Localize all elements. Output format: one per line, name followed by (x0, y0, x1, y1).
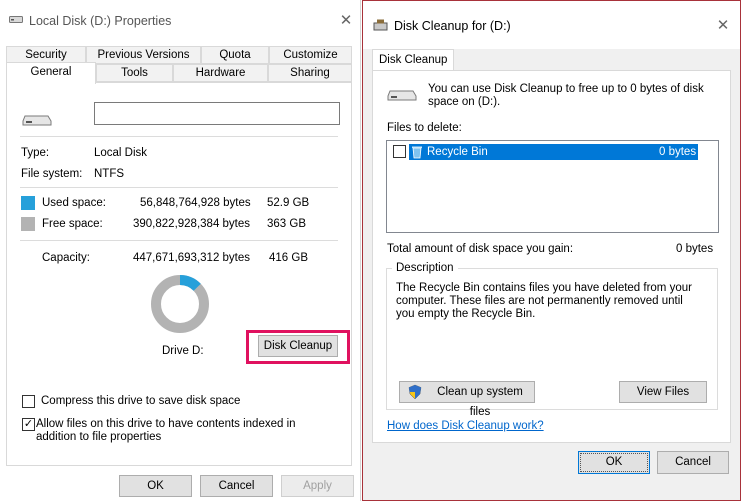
tab-hardware[interactable]: Hardware (173, 64, 268, 82)
description-label: Description (392, 262, 458, 274)
used-space-swatch (21, 196, 35, 210)
separator (20, 187, 338, 188)
disk-cleanup-window: Disk Cleanup for (D:) ✕ Disk Cleanup You… (362, 0, 741, 501)
recycle-bin-icon (411, 145, 423, 164)
used-space-gb: 52.9 GB (267, 197, 310, 209)
properties-title: Local Disk (D:) Properties (29, 14, 172, 28)
capacity-bytes: 447,671,693,312 bytes (133, 252, 251, 264)
properties-titlebar: Local Disk (D:) Properties ✕ (0, 0, 361, 40)
tab-quota[interactable]: Quota (201, 46, 269, 64)
tab-disk-cleanup[interactable]: Disk Cleanup (372, 49, 455, 71)
free-space-bytes: 390,822,928,384 bytes (133, 218, 251, 230)
filesystem-label: File system: (21, 168, 83, 180)
compress-label: Compress this drive to save disk space (41, 395, 241, 407)
used-space-label: Used space: (42, 197, 106, 209)
tab-customize[interactable]: Customize (269, 46, 352, 64)
capacity-gb: 416 GB (269, 252, 308, 264)
recycle-bin-checkbox[interactable] (393, 145, 406, 158)
apply-button[interactable]: Apply (281, 475, 354, 497)
cancel-button[interactable]: Cancel (657, 451, 729, 474)
free-space-label: Free space: (42, 218, 103, 230)
ok-button[interactable]: OK (119, 475, 192, 497)
help-link[interactable]: How does Disk Cleanup work? (387, 420, 544, 432)
cancel-button[interactable]: Cancel (200, 475, 273, 497)
separator (20, 240, 338, 241)
filesystem-value: NTFS (94, 168, 125, 180)
intro-text: You can use Disk Cleanup to free up to 0… (428, 83, 704, 108)
close-icon[interactable]: ✕ (712, 15, 734, 37)
compress-checkbox[interactable] (22, 395, 35, 408)
disk-cleanup-icon (373, 19, 388, 35)
description-text: The Recycle Bin contains files you have … (396, 282, 692, 320)
drive-icon (9, 14, 23, 27)
clean-up-system-files-label: Clean up system files (437, 386, 523, 418)
type-label: Type: (21, 147, 50, 159)
disk-usage-donut (151, 275, 209, 333)
capacity-label: Capacity: (42, 252, 90, 264)
total-gain-label: Total amount of disk space you gain: (387, 243, 574, 255)
free-space-gb: 363 GB (267, 218, 306, 230)
view-files-button[interactable]: View Files (619, 381, 707, 403)
file-category-size: 0 bytes (659, 146, 697, 158)
cleanup-titlebar: Disk Cleanup for (D:) ✕ (363, 1, 740, 49)
disk-cleanup-button[interactable]: Disk Cleanup (258, 335, 338, 357)
drive-large-icon (22, 111, 52, 130)
file-category-name: Recycle Bin (427, 146, 488, 158)
drive-name-input[interactable] (94, 102, 340, 125)
properties-window: Local Disk (D:) Properties ✕ Security Pr… (0, 0, 361, 501)
used-space-bytes: 56,848,764,928 bytes (140, 197, 251, 209)
clean-up-system-files-button[interactable]: Clean up system files (399, 381, 535, 418)
drive-large-icon (387, 86, 417, 105)
tab-previous-versions[interactable]: Previous Versions (86, 46, 201, 64)
tab-sharing[interactable]: Sharing (268, 64, 352, 82)
shield-icon (407, 384, 423, 407)
total-gain-value: 0 bytes (676, 243, 714, 255)
type-value: Local Disk (94, 147, 148, 159)
index-checkbox[interactable]: ✓ (22, 418, 35, 431)
tab-tools[interactable]: Tools (96, 64, 173, 82)
separator (20, 136, 338, 137)
index-label: Allow files on this drive to have conten… (36, 418, 296, 443)
free-space-swatch (21, 217, 35, 231)
files-to-delete-label: Files to delete: (387, 122, 462, 134)
cleanup-title: Disk Cleanup for (D:) (394, 19, 511, 33)
drive-label: Drive D: (162, 345, 204, 357)
list-item[interactable]: Recycle Bin 0 bytes (409, 144, 698, 160)
ok-button[interactable]: OK (578, 451, 650, 474)
tab-general[interactable]: General (6, 62, 96, 84)
close-icon[interactable]: ✕ (335, 10, 357, 32)
